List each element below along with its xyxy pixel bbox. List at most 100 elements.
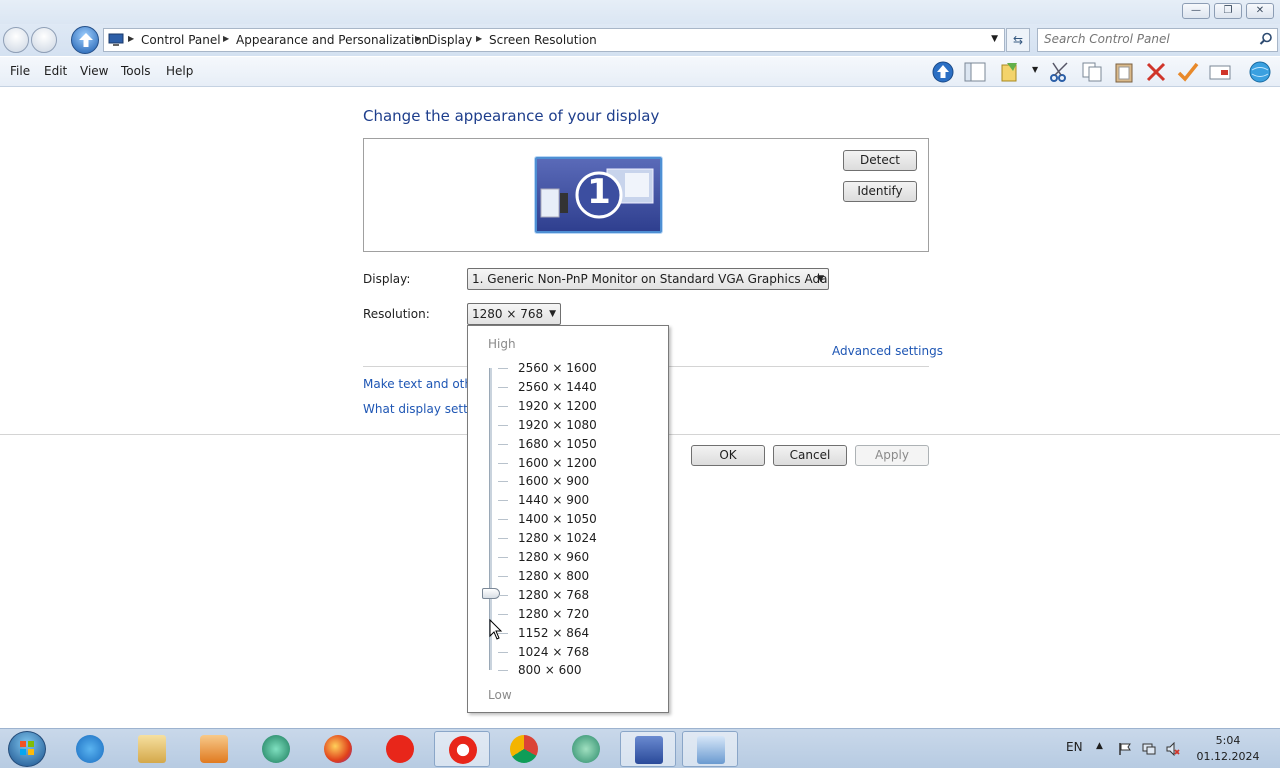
display-select[interactable]: 1. Generic Non-PnP Monitor on Standard V… xyxy=(467,268,829,290)
resolution-option[interactable]: 2560 × 1600 xyxy=(518,361,597,375)
action-center-flag-icon[interactable] xyxy=(1118,742,1132,756)
resolution-label: Resolution: xyxy=(363,307,430,321)
menu-help[interactable]: Help xyxy=(166,64,193,78)
chevron-down-icon[interactable]: ▼ xyxy=(1032,65,1038,74)
resolution-option[interactable]: 1680 × 1050 xyxy=(518,437,597,451)
maximize-button[interactable]: ❐ xyxy=(1214,3,1242,19)
paste-icon[interactable] xyxy=(1112,61,1136,83)
resolution-option[interactable]: 1280 × 768 xyxy=(518,588,589,602)
resolution-option[interactable]: 1920 × 1200 xyxy=(518,399,597,413)
taskbar-control-panel-display[interactable] xyxy=(620,731,676,767)
folder-icon xyxy=(138,735,166,763)
taskbar-web-browser[interactable] xyxy=(248,731,304,767)
resolution-option[interactable]: 1920 × 1080 xyxy=(518,418,597,432)
resolution-option[interactable]: 1400 × 1050 xyxy=(518,512,597,526)
resolution-option[interactable]: 1440 × 900 xyxy=(518,493,589,507)
address-bar[interactable]: ▶ Control Panel ▶ Appearance and Persona… xyxy=(103,28,1005,52)
ok-button[interactable]: OK xyxy=(691,445,765,466)
resolution-tick xyxy=(498,595,508,596)
volume-muted-icon[interactable] xyxy=(1166,742,1180,756)
menu-view[interactable]: View xyxy=(80,64,108,78)
cut-icon[interactable] xyxy=(1048,61,1072,83)
clock-time: 5:04 xyxy=(1215,734,1241,747)
taskbar-file-explorer[interactable] xyxy=(124,731,180,767)
taskbar-yandex[interactable] xyxy=(372,731,428,767)
panel-icon[interactable] xyxy=(963,61,987,83)
delete-icon[interactable] xyxy=(1144,61,1168,83)
resolution-option[interactable]: 1152 × 864 xyxy=(518,626,589,640)
start-button[interactable] xyxy=(8,731,46,767)
back-button[interactable] xyxy=(3,27,29,53)
search-box[interactable] xyxy=(1037,28,1278,52)
resolution-option[interactable]: 800 × 600 xyxy=(518,663,582,677)
refresh-button[interactable]: ⇆ xyxy=(1006,28,1030,52)
breadcrumb-screen-resolution[interactable]: Screen Resolution xyxy=(489,33,597,47)
menu-file[interactable]: File xyxy=(10,64,30,78)
resolution-option[interactable]: 1024 × 768 xyxy=(518,645,589,659)
resolution-tick xyxy=(498,444,508,445)
resolution-tick xyxy=(498,463,508,464)
check-icon[interactable] xyxy=(1176,61,1200,83)
resolution-option[interactable]: 1280 × 960 xyxy=(518,550,589,564)
resolution-tick xyxy=(498,614,508,615)
mouse-cursor-icon xyxy=(489,619,503,640)
menu-edit[interactable]: Edit xyxy=(44,64,67,78)
identify-button[interactable]: Identify xyxy=(843,181,917,202)
menu-tools[interactable]: Tools xyxy=(121,64,151,78)
resolution-slider-thumb[interactable] xyxy=(482,588,500,599)
detect-button[interactable]: Detect xyxy=(843,150,917,171)
language-indicator[interactable]: EN xyxy=(1066,740,1083,754)
chevron-right-icon: ▶ xyxy=(476,34,483,43)
taskbar-app[interactable] xyxy=(558,731,614,767)
globe-icon[interactable] xyxy=(1248,61,1272,83)
monitor-1-tile[interactable]: 1 xyxy=(535,157,662,233)
search-icon[interactable] xyxy=(1259,32,1273,46)
internet-explorer-icon xyxy=(76,735,104,763)
resolution-option[interactable]: 1280 × 800 xyxy=(518,569,589,583)
properties-icon[interactable] xyxy=(1208,61,1232,83)
resolution-tick xyxy=(498,387,508,388)
taskbar-media-player[interactable] xyxy=(186,731,242,767)
favorites-icon[interactable] xyxy=(999,61,1023,83)
resolution-tick xyxy=(498,425,508,426)
minimize-button[interactable]: — xyxy=(1182,3,1210,19)
browser-icon xyxy=(262,735,290,763)
taskbar-internet-explorer[interactable] xyxy=(62,731,118,767)
up-button[interactable] xyxy=(71,26,99,54)
search-input[interactable] xyxy=(1044,32,1254,46)
cancel-button[interactable]: Cancel xyxy=(773,445,847,466)
apply-button[interactable]: Apply xyxy=(855,445,929,466)
breadcrumb-control-panel[interactable]: Control Panel xyxy=(141,33,221,47)
breadcrumb-display[interactable]: Display xyxy=(428,33,472,47)
forward-button[interactable] xyxy=(31,27,57,53)
yandex-icon xyxy=(386,735,414,763)
title-bar: — ❐ ✕ xyxy=(0,0,1280,24)
resolution-option[interactable]: 2560 × 1440 xyxy=(518,380,597,394)
resolution-select-value: 1280 × 768 xyxy=(472,307,544,321)
resolution-option[interactable]: 1280 × 1024 xyxy=(518,531,597,545)
taskbar-yandex-browser[interactable] xyxy=(434,731,490,767)
breadcrumb-appearance[interactable]: Appearance and Personalization xyxy=(236,33,429,47)
taskbar-firefox[interactable] xyxy=(310,731,366,767)
resolution-option[interactable]: 1280 × 720 xyxy=(518,607,589,621)
resolution-tick xyxy=(498,519,508,520)
resolution-dropdown: High Low 2560 × 1600 2560 × 1440 1920 × 12… xyxy=(467,325,669,713)
copy-icon[interactable] xyxy=(1080,61,1104,83)
chevron-down-icon[interactable]: ▼ xyxy=(991,34,998,44)
up-arrow-icon xyxy=(79,33,93,47)
up-icon[interactable] xyxy=(931,61,955,83)
resolution-tick xyxy=(498,670,508,671)
chevron-up-icon[interactable]: ▲ xyxy=(1096,741,1103,751)
advanced-settings-link[interactable]: Advanced settings xyxy=(832,344,943,358)
display-settings-icon xyxy=(635,736,663,764)
display-select-value: 1. Generic Non-PnP Monitor on Standard V… xyxy=(472,272,829,286)
taskbar-remote-desktop[interactable] xyxy=(682,731,738,767)
clock[interactable]: 5:04 01.12.2024 xyxy=(1196,733,1260,765)
resolution-option[interactable]: 1600 × 1200 xyxy=(518,456,597,470)
close-button[interactable]: ✕ xyxy=(1246,3,1274,19)
resolution-option[interactable]: 1600 × 900 xyxy=(518,474,589,488)
network-icon[interactable] xyxy=(1142,742,1156,756)
resolution-select[interactable]: 1280 × 768 ▼ xyxy=(467,303,561,325)
resolution-tick xyxy=(498,576,508,577)
taskbar-chrome[interactable] xyxy=(496,731,552,767)
